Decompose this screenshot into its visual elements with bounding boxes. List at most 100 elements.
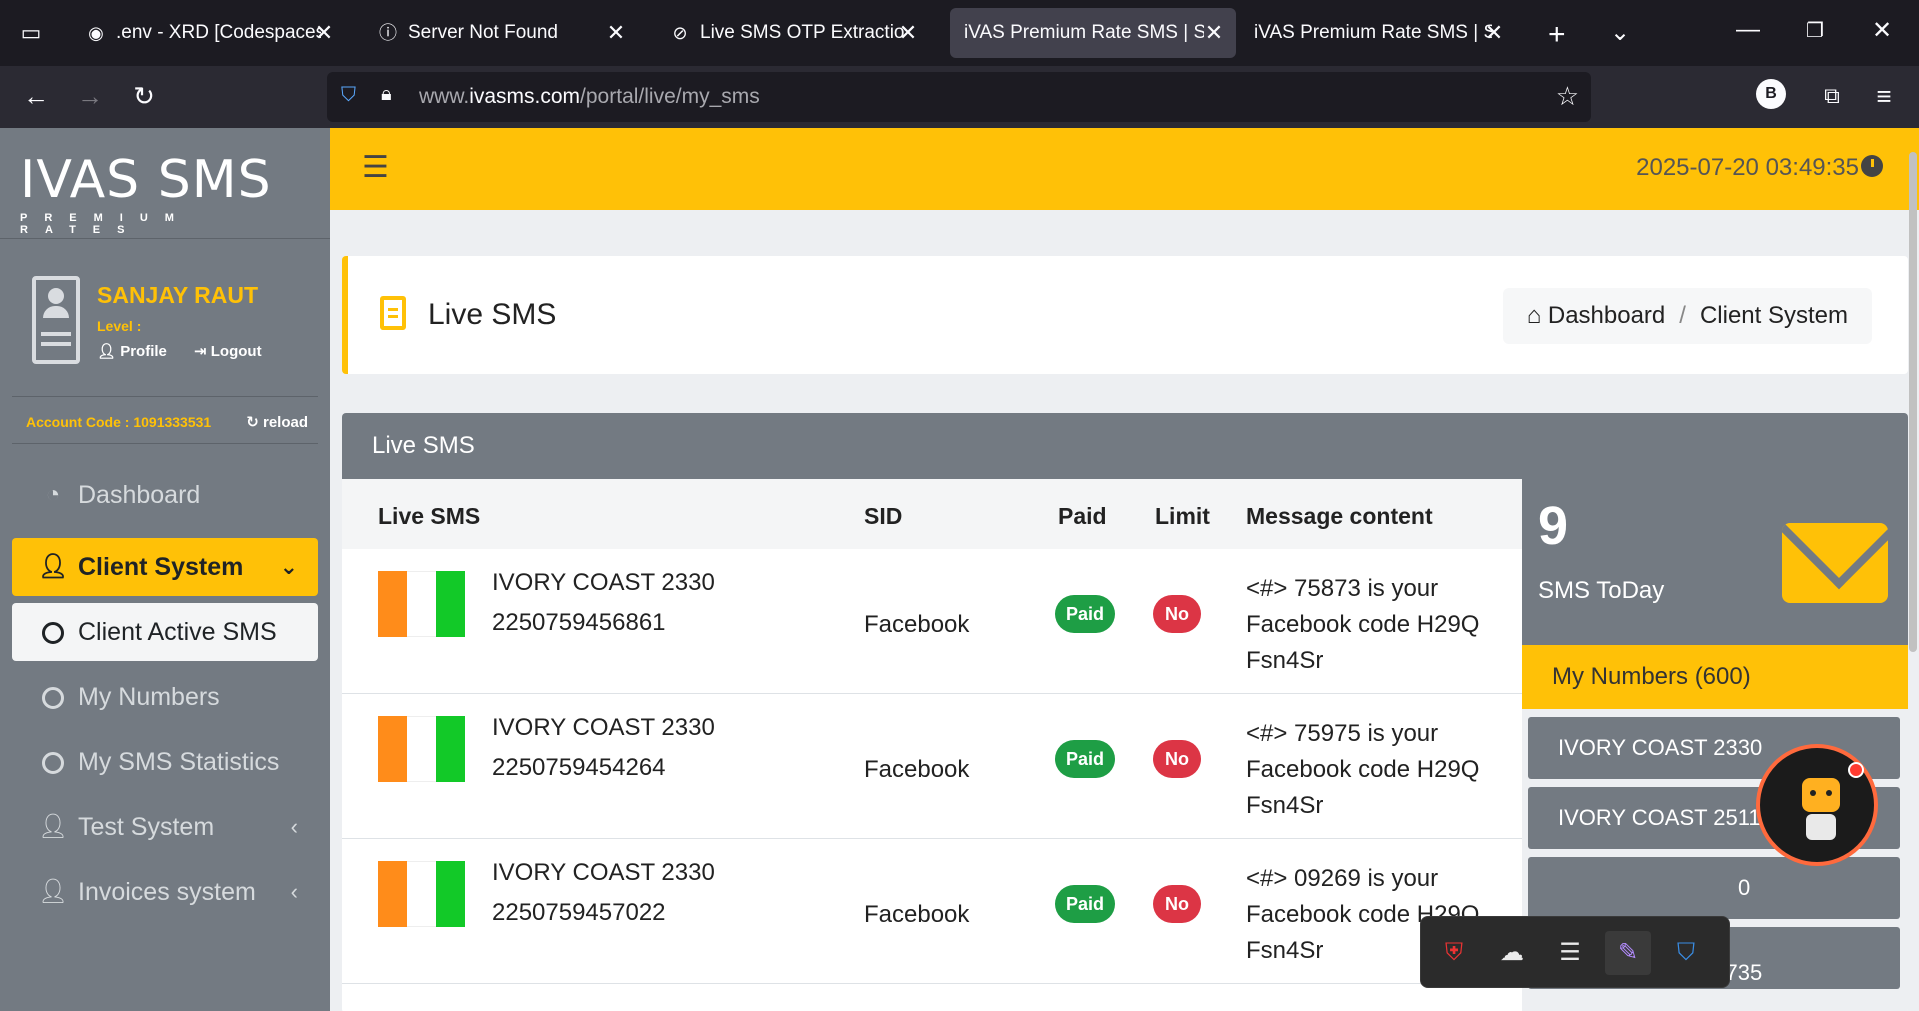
restore-icon[interactable]: ❐ <box>1806 18 1824 43</box>
breadcrumb: ⌂ Dashboard / Client System <box>1502 288 1872 344</box>
robot-icon <box>1802 778 1840 812</box>
user-panel: SANJAY RAUT Level : 👤︎ Profile ⇥ Logout <box>32 276 322 376</box>
antivirus-icon[interactable]: ⛨ <box>1431 931 1477 975</box>
circle-icon <box>38 733 68 791</box>
reload-link[interactable]: ↻ reload <box>246 413 308 431</box>
user-icon: 👤︎ <box>38 878 69 905</box>
sidebar-item-invoices-system[interactable]: 👤︎ Invoices system ‹ <box>12 863 318 921</box>
sid: Facebook <box>864 756 970 783</box>
browser-tab-1[interactable]: ◉.env - XRD [Codespaces: le ✕ <box>70 8 346 58</box>
user-level: Level : <box>97 318 142 334</box>
paid-badge: Paid <box>1055 740 1115 778</box>
profile-avatar[interactable]: B <box>1756 79 1786 109</box>
sidebar-item-client-system[interactable]: 👤︎ Client System ⌄ <box>12 538 318 596</box>
info-icon: ⓘ <box>379 23 397 43</box>
logo[interactable]: IVAS SMS PREMIUM RATES <box>20 150 310 240</box>
profile-link[interactable]: 👤︎ Profile <box>97 342 167 360</box>
my-numbers-header[interactable]: My Numbers (600) <box>1522 645 1908 709</box>
url-bar[interactable]: ⛉ 🔒︎ www.ivasms.com/portal/live/my_sms ☆ <box>327 72 1591 122</box>
document-icon <box>380 296 406 330</box>
shield-icon[interactable]: ⛉ <box>341 84 356 107</box>
sidebar-item-my-numbers[interactable]: My Numbers <box>12 668 318 726</box>
minimize-icon[interactable]: — <box>1736 16 1760 44</box>
limit-badge: No <box>1153 740 1201 778</box>
sidebar-item-client-active-sms[interactable]: Client Active SMS <box>12 603 318 661</box>
browser-tab-4-active[interactable]: iVAS Premium Rate SMS | SMS ✕ <box>950 8 1236 58</box>
sidebar-item-test-system[interactable]: 👤︎ Test System ‹ <box>12 798 318 856</box>
forward-icon[interactable]: → <box>70 76 110 116</box>
tab-list-icon[interactable]: ▭ <box>14 20 48 50</box>
browser-nav-bar: ← → ↻ ⛉ 🔒︎ www.ivasms.com/portal/live/my… <box>0 66 1919 128</box>
page-header: Live SMS ⌂ Dashboard / Client System <box>342 256 1908 374</box>
dashboard-icon: ◔ <box>45 481 61 508</box>
page-scrollbar[interactable] <box>1909 128 1917 1011</box>
user-icon: 👤︎ <box>38 813 69 840</box>
cloud-icon[interactable]: ☁ <box>1489 931 1535 975</box>
sms-today-label: SMS ToDay <box>1538 577 1665 604</box>
reload-icon[interactable]: ↻ <box>124 76 164 116</box>
close-tab-icon[interactable]: ✕ <box>1482 8 1506 58</box>
back-icon[interactable]: ← <box>16 76 56 116</box>
browser-tab-2[interactable]: ⓘ Server Not Found ✕ <box>362 8 638 58</box>
feather-icon[interactable]: ✎ <box>1605 931 1651 975</box>
circle-icon <box>38 603 68 661</box>
system-tray-popup: ⛨ ☁ ☰ ✎ ⛉ <box>1420 916 1730 988</box>
lock-icon[interactable]: 🔒︎ <box>381 83 392 106</box>
extensions-icon[interactable]: ⧉ <box>1812 76 1852 116</box>
chevron-down-icon[interactable]: ⌄ <box>1610 18 1630 47</box>
paid-badge: Paid <box>1055 595 1115 633</box>
range-name: IVORY COAST 2330 <box>492 569 715 596</box>
table-header: Live SMS SID Paid Limit Message content <box>342 479 1522 549</box>
table-row: IVORY COAST 2330 2250759456861 Facebook … <box>342 549 1522 694</box>
range-name: IVORY COAST 2330 <box>492 859 715 886</box>
column-header: Paid <box>1058 503 1107 529</box>
number-range-item[interactable]: 0 <box>1528 857 1900 919</box>
notification-dot <box>1848 762 1864 778</box>
table-row: IVORY COAST 2330 2250759457022 Facebook … <box>342 839 1522 984</box>
sidebar-item-dashboard[interactable]: ◔ Dashboard <box>12 466 318 524</box>
url-text[interactable]: www.ivasms.com/portal/live/my_sms <box>419 85 760 109</box>
sidebar-item-my-sms-statistics[interactable]: My SMS Statistics <box>12 733 318 791</box>
messages-icon[interactable]: ☰ <box>1547 931 1593 975</box>
paid-badge: Paid <box>1055 885 1115 923</box>
chat-bot-button[interactable] <box>1756 744 1878 866</box>
bookmark-star-icon[interactable]: ☆ <box>1556 81 1579 112</box>
hamburger-icon[interactable]: ☰ <box>362 150 389 185</box>
scroll-thumb[interactable] <box>1909 152 1917 652</box>
browser-tab-5[interactable]: iVAS Premium Rate SMS | SMS ✕ <box>1240 8 1516 58</box>
flag-icon <box>378 716 466 782</box>
user-icon: 👤︎ <box>97 343 117 360</box>
security-shield-icon[interactable]: ⛉ <box>1663 931 1709 975</box>
new-tab-icon[interactable]: + <box>1548 18 1566 52</box>
column-header: Message content <box>1246 503 1433 529</box>
column-header: Limit <box>1155 503 1210 529</box>
limit-badge: No <box>1153 885 1201 923</box>
card-title: Live SMS <box>342 413 1908 479</box>
breadcrumb-current: Client System <box>1699 302 1848 329</box>
close-tab-icon[interactable]: ✕ <box>896 8 920 58</box>
divider <box>0 238 330 239</box>
circle-icon <box>38 668 68 726</box>
close-tab-icon[interactable]: ✕ <box>312 8 336 58</box>
envelope-icon <box>1782 523 1888 603</box>
chevron-left-icon: ‹ <box>290 879 298 904</box>
home-icon: ⌂ <box>1526 302 1542 329</box>
user-icon: 👤︎ <box>38 553 69 580</box>
logout-link[interactable]: ⇥ Logout <box>194 342 262 360</box>
github-icon: ◉ <box>88 23 104 43</box>
loading-icon: ⊘ <box>672 23 688 43</box>
close-window-icon[interactable]: ✕ <box>1872 16 1892 45</box>
message-content: <#> 75975 is your Facebook code H29Q Fsn… <box>1246 720 1480 819</box>
close-tab-icon[interactable]: ✕ <box>604 8 628 58</box>
close-tab-icon[interactable]: ✕ <box>1202 8 1226 58</box>
browser-tab-bar: ▭ ◉.env - XRD [Codespaces: le ✕ ⓘServer … <box>0 0 1919 66</box>
browser-tab-3[interactable]: ⊘Live SMS OTP Extraction a ✕ <box>654 8 930 58</box>
sidebar: IVAS SMS PREMIUM RATES SANJAY RAUT Level… <box>0 128 330 1011</box>
column-header: Live SMS <box>378 503 481 529</box>
account-code: Account Code : 1091333531 <box>26 414 212 430</box>
limit-badge: No <box>1153 595 1201 633</box>
reload-icon: ↻ <box>246 414 259 431</box>
menu-icon[interactable]: ≡ <box>1864 76 1904 116</box>
breadcrumb-dashboard[interactable]: ⌂ Dashboard <box>1527 302 1666 329</box>
avatar <box>32 276 80 364</box>
